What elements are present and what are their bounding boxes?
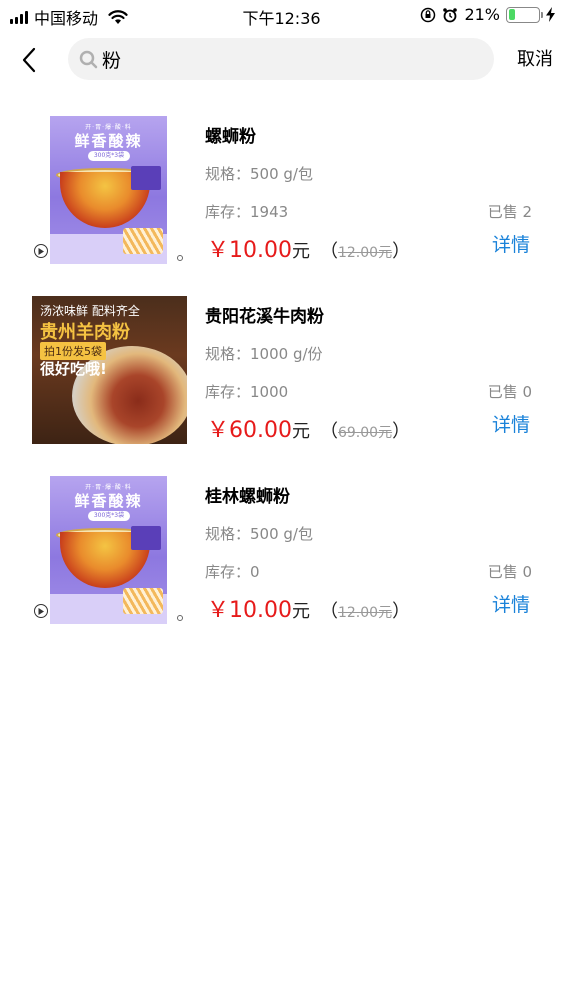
product-item[interactable]: 汤浓味鲜 配料齐全 贵州羊肉粉 拍1份发5袋 很好吃哦! 贵阳花溪牛肉粉 规格：… [0, 270, 563, 450]
original-price: 69.00元 [337, 425, 393, 441]
price-unit: 元 [291, 421, 310, 442]
product-sold: 已售 2 [487, 203, 532, 221]
price-row: ￥10.00 元 （12.00元） [207, 592, 410, 624]
product-item[interactable]: 开·胃·爆·酸·料 鲜香酸辣 300克*3袋 螺蛳粉 规格：500 g/包 库存… [0, 94, 563, 274]
zoom-icon [177, 255, 183, 261]
search-box[interactable] [68, 38, 494, 80]
search-icon [78, 49, 98, 69]
detail-button[interactable]: 详情 [492, 410, 530, 437]
back-button[interactable] [14, 42, 44, 78]
product-spec: 规格：500 g/包 [205, 525, 313, 543]
open-paren: （ [319, 601, 338, 622]
product-name: 贵阳花溪牛肉粉 [205, 307, 324, 327]
product-price: ￥10.00 [207, 598, 292, 623]
status-bar: 中国移动 下午12:36 21% [0, 0, 563, 30]
battery-percent: 21% [464, 5, 500, 24]
product-item[interactable]: 开·胃·爆·酸·料 鲜香酸辣 300克*3袋 桂林螺蛳粉 规格：500 g/包 … [0, 454, 563, 634]
product-stock: 库存：0 [205, 563, 260, 581]
open-paren: （ [319, 241, 338, 262]
image-line3: 很好吃哦! [40, 360, 107, 378]
product-stock: 库存：1943 [205, 203, 289, 221]
charging-icon [546, 7, 555, 22]
battery-fill [508, 9, 515, 20]
image-noodles [123, 588, 163, 614]
original-price: 12.00元 [337, 245, 393, 261]
close-paren: ） [392, 241, 411, 262]
image-noodles [123, 228, 163, 254]
price-unit: 元 [291, 601, 310, 622]
zoom-icon [177, 615, 183, 621]
search-bar: 取消 [0, 30, 563, 90]
product-stock: 库存：1000 [205, 383, 289, 401]
image-package [131, 526, 161, 550]
image-package [131, 166, 161, 190]
play-icon[interactable] [34, 604, 48, 618]
close-paren: ） [392, 601, 411, 622]
price-row: ￥10.00 元 （12.00元） [207, 232, 410, 264]
original-price-wrap: （69.00元） [320, 417, 410, 443]
price-unit: 元 [291, 241, 310, 262]
status-right: 21% [420, 5, 555, 24]
battery-icon [506, 6, 543, 23]
product-spec: 规格：1000 g/份 [205, 345, 323, 363]
close-paren: ） [392, 421, 411, 442]
image-headline: 鲜香酸辣 [74, 492, 143, 510]
original-price: 12.00元 [337, 605, 393, 621]
product-name: 桂林螺蛳粉 [205, 487, 290, 507]
cancel-button[interactable]: 取消 [517, 45, 553, 71]
product-sold: 已售 0 [487, 563, 532, 581]
chevron-left-icon [22, 47, 36, 73]
play-icon[interactable] [34, 244, 48, 258]
image-line2: 贵州羊肉粉 [40, 322, 130, 343]
detail-button[interactable]: 详情 [492, 590, 530, 617]
alarm-icon [443, 7, 458, 22]
product-spec: 规格：500 g/包 [205, 165, 313, 183]
image-line1: 汤浓味鲜 配料齐全 [40, 304, 140, 318]
original-price-wrap: （12.00元） [320, 597, 410, 623]
search-input[interactable] [102, 48, 462, 70]
price-row: ￥60.00 元 （69.00元） [207, 412, 410, 444]
rotation-lock-icon [421, 7, 436, 22]
product-name: 螺蛳粉 [205, 127, 256, 147]
product-sold: 已售 0 [487, 383, 532, 401]
product-price: ￥10.00 [207, 238, 292, 263]
product-price: ￥60.00 [207, 418, 292, 443]
original-price-wrap: （12.00元） [320, 237, 410, 263]
product-image[interactable]: 开·胃·爆·酸·料 鲜香酸辣 300克*3袋 [50, 476, 167, 624]
product-image[interactable]: 汤浓味鲜 配料齐全 贵州羊肉粉 拍1份发5袋 很好吃哦! [32, 296, 187, 444]
product-image[interactable]: 开·胃·爆·酸·料 鲜香酸辣 300克*3袋 [50, 116, 167, 264]
image-headline: 鲜香酸辣 [74, 132, 143, 150]
detail-button[interactable]: 详情 [492, 230, 530, 257]
open-paren: （ [319, 421, 338, 442]
image-pill: 300克*3袋 [88, 151, 130, 161]
image-pill: 300克*3袋 [88, 511, 130, 521]
